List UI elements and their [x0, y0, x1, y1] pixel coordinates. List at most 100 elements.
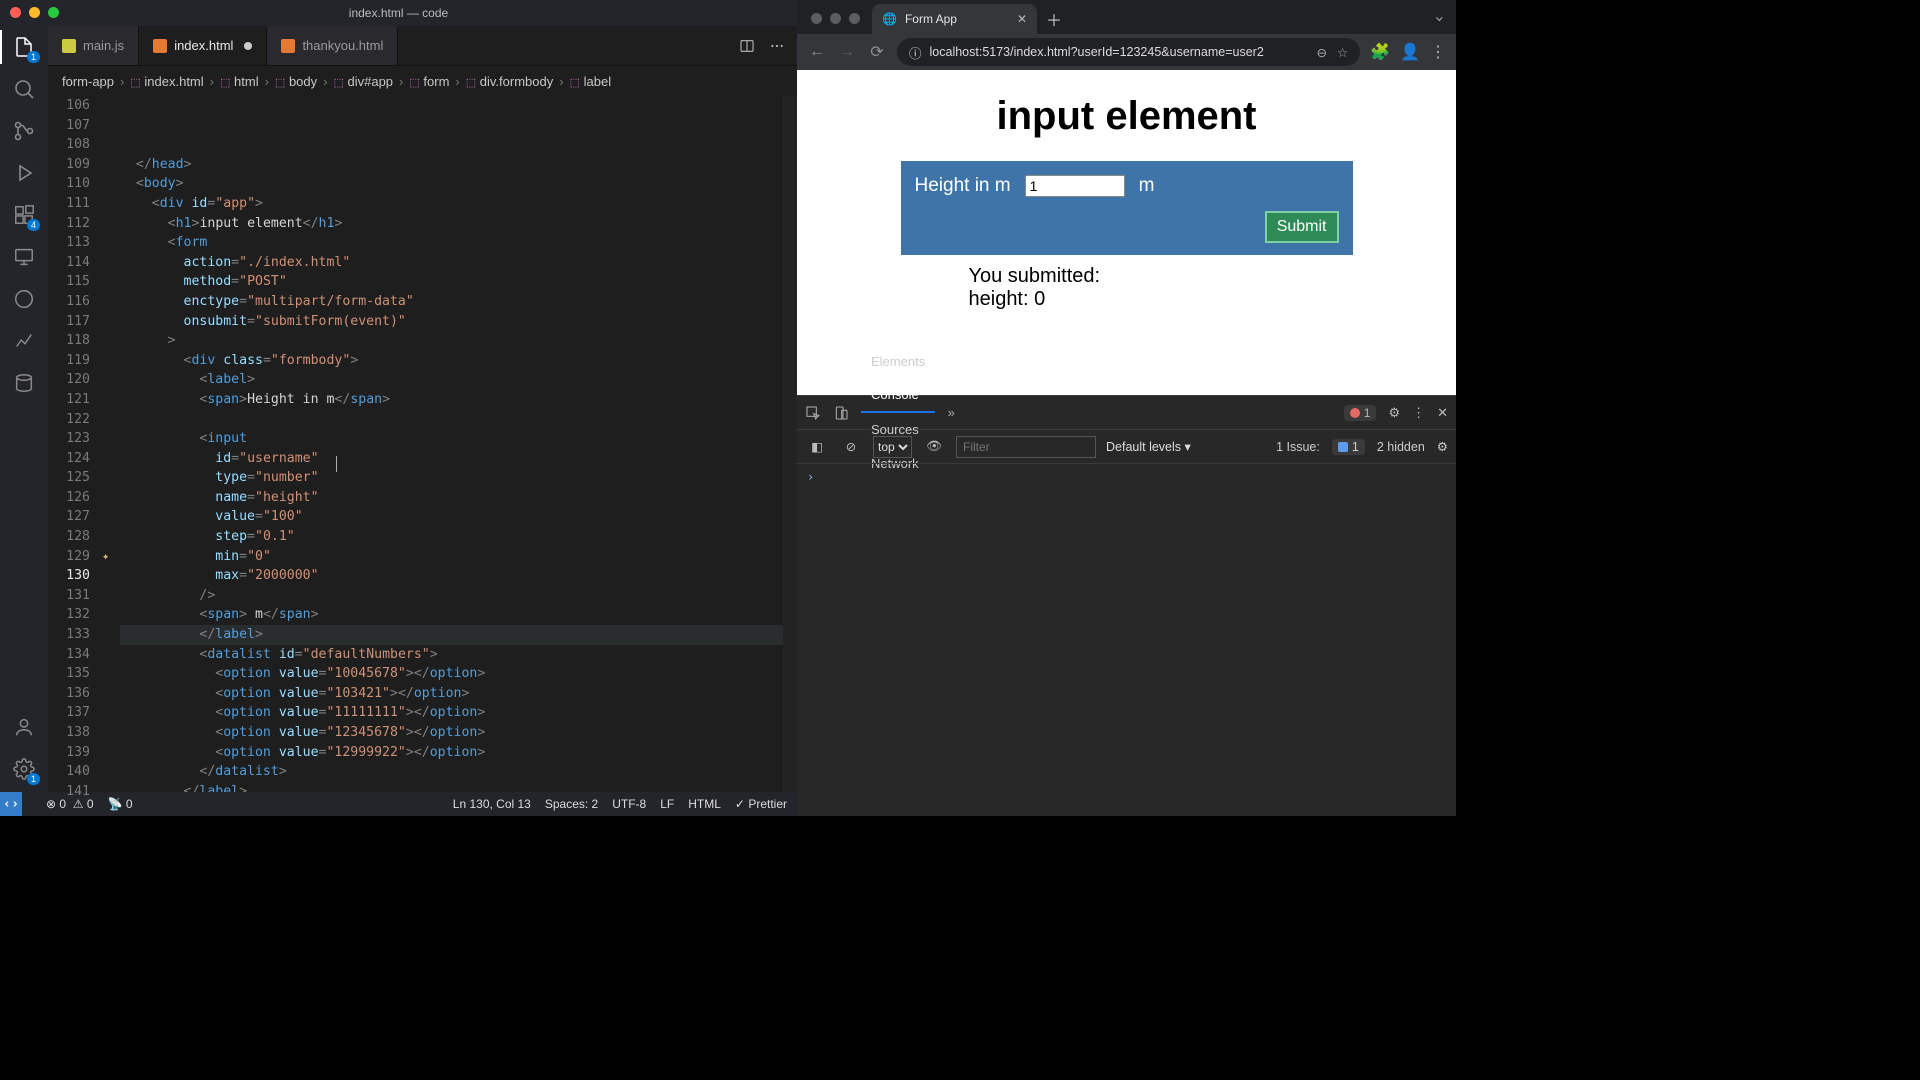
console-toolbar: ◧ ⊘ top 👁 Default levels ▾ 1 Issue: 1 2 … — [797, 430, 1456, 464]
console-output[interactable]: › — [797, 464, 1456, 816]
breadcrumb-item[interactable]: ⬚ index.html — [130, 74, 203, 89]
code-editor[interactable]: 1061071081091101111121131141151161171181… — [48, 96, 797, 792]
status-spaces[interactable]: Spaces: 2 — [545, 797, 598, 811]
context-select[interactable]: top — [873, 436, 912, 458]
status-eol[interactable]: LF — [660, 797, 674, 811]
url-text: localhost:5173/index.html?userId=123245&… — [930, 45, 1264, 59]
page-title: input element — [901, 94, 1353, 139]
zoom-icon[interactable]: ⊖ — [1316, 45, 1326, 60]
editor-tabs: main.jsindex.htmlthankyou.html — [48, 26, 797, 66]
text-cursor — [336, 456, 337, 472]
status-lang[interactable]: HTML — [688, 797, 721, 811]
split-editor-icon[interactable] — [739, 38, 755, 54]
chrome-window-controls[interactable] — [811, 13, 860, 24]
account-icon[interactable] — [11, 714, 37, 740]
extensions-icon[interactable]: 4 — [11, 202, 37, 228]
search-icon[interactable] — [11, 76, 37, 102]
forward-icon[interactable]: → — [837, 43, 857, 61]
bookmark-icon[interactable]: ☆ — [1337, 45, 1348, 60]
window-title: index.html — code — [349, 6, 448, 20]
result-line-2: height: 0 — [969, 288, 1353, 311]
maximize-icon[interactable] — [48, 7, 59, 18]
reload-icon[interactable]: ⟳ — [867, 42, 887, 62]
more-icon[interactable] — [769, 38, 785, 54]
glyph-margin: ✦ — [102, 96, 120, 792]
devtools: ElementsConsoleSourcesNetwork » 1 ⚙ ⋮ ✕ … — [797, 395, 1456, 816]
form-box: Height in m m Submit — [901, 161, 1353, 255]
close-tab-icon[interactable]: ✕ — [1017, 12, 1027, 26]
devtools-close-icon[interactable]: ✕ — [1437, 405, 1448, 421]
testing-icon[interactable] — [11, 286, 37, 312]
database-icon[interactable] — [11, 370, 37, 396]
devtools-settings-icon[interactable]: ⚙ — [1388, 405, 1400, 421]
js-file-icon — [62, 39, 76, 53]
device-icon[interactable] — [833, 405, 857, 421]
browser-tab[interactable]: 🌐 Form App ✕ — [872, 4, 1037, 34]
devtools-menu-icon[interactable]: ⋮ — [1412, 405, 1425, 421]
clear-console-icon[interactable]: ⊘ — [839, 439, 863, 454]
breadcrumb-item[interactable]: ⬚ label — [570, 74, 611, 89]
new-tab-button[interactable]: ＋ — [1041, 6, 1067, 32]
profile-icon[interactable]: 👤 — [1400, 42, 1420, 62]
back-icon[interactable]: ← — [807, 43, 827, 61]
breadcrumb-item[interactable]: ⬚ div#app — [333, 74, 393, 89]
log-levels[interactable]: Default levels ▾ — [1106, 439, 1191, 454]
breadcrumb-item[interactable]: ⬚ div.formbody — [466, 74, 553, 89]
console-settings-icon[interactable]: ⚙ — [1437, 439, 1448, 454]
graph-icon[interactable] — [11, 328, 37, 354]
site-info-icon[interactable]: ⓘ — [909, 43, 922, 62]
editor-tab[interactable]: main.js — [48, 26, 139, 65]
devtools-tabs: ElementsConsoleSourcesNetwork » 1 ⚙ ⋮ ✕ — [797, 396, 1456, 430]
editor-region: main.jsindex.htmlthankyou.html form-app›… — [48, 26, 797, 792]
html-file-icon — [281, 39, 295, 53]
breadcrumb[interactable]: form-app›⬚ index.html›⬚ html›⬚ body›⬚ di… — [48, 66, 797, 96]
explorer-icon[interactable]: 1 — [11, 34, 37, 60]
minimize-icon[interactable] — [29, 7, 40, 18]
minimap[interactable] — [783, 96, 797, 792]
tab-title: Form App — [905, 12, 957, 26]
code-content[interactable]: </head> <body> <div id="app"> <h1>input … — [120, 96, 783, 792]
error-badge[interactable]: 1 — [1344, 405, 1377, 421]
extensions-menu-icon[interactable]: 🧩 — [1370, 42, 1390, 62]
remote-icon[interactable] — [11, 244, 37, 270]
height-input[interactable] — [1025, 175, 1125, 197]
result-line-1: You submitted: — [969, 265, 1353, 288]
editor-tab[interactable]: index.html — [139, 26, 267, 65]
status-cursor[interactable]: Ln 130, Col 13 — [453, 797, 531, 811]
submit-button[interactable]: Submit — [1265, 211, 1339, 243]
editor-tab[interactable]: thankyou.html — [267, 26, 398, 65]
chrome-menu-icon[interactable]: ⋮ — [1430, 42, 1446, 62]
explorer-badge: 1 — [27, 51, 40, 63]
line-gutter: 1061071081091101111121131141151161171181… — [48, 96, 102, 792]
browser-toolbar: ← → ⟳ ⓘ localhost:5173/index.html?userId… — [797, 34, 1456, 70]
breadcrumb-item[interactable]: ⬚ form — [409, 74, 449, 89]
chevron-down-icon[interactable]: ⌄ — [1433, 6, 1446, 26]
remote-indicator[interactable] — [0, 792, 22, 816]
window-controls[interactable] — [10, 7, 59, 18]
activity-bar: 1 4 — [0, 26, 48, 792]
hidden-count[interactable]: 2 hidden — [1377, 440, 1425, 454]
source-control-icon[interactable] — [11, 118, 37, 144]
breadcrumb-item[interactable]: form-app — [62, 74, 114, 89]
vscode-window: index.html — code 1 4 — [0, 0, 797, 816]
live-expression-icon[interactable]: 👁 — [922, 439, 946, 454]
console-sidebar-icon[interactable]: ◧ — [805, 439, 829, 454]
settings-icon[interactable]: 1 — [11, 756, 37, 782]
globe-icon: 🌐 — [882, 12, 897, 26]
devtools-tab-elements[interactable]: Elements — [861, 345, 935, 379]
status-encoding[interactable]: UTF-8 — [612, 797, 646, 811]
more-tabs-icon[interactable]: » — [939, 405, 963, 420]
status-formatter[interactable]: ✓ Prettier — [735, 797, 787, 811]
issues-badge[interactable]: 1 — [1332, 439, 1365, 455]
breadcrumb-item[interactable]: ⬚ body — [275, 74, 317, 89]
debug-icon[interactable] — [11, 160, 37, 186]
console-filter[interactable] — [956, 436, 1096, 458]
close-icon[interactable] — [10, 7, 21, 18]
breadcrumb-item[interactable]: ⬚ html — [220, 74, 259, 89]
chrome-tabstrip: 🌐 Form App ✕ ＋ ⌄ — [797, 0, 1456, 34]
inspect-icon[interactable] — [805, 405, 829, 421]
address-bar[interactable]: ⓘ localhost:5173/index.html?userId=12324… — [897, 38, 1360, 66]
vscode-titlebar: index.html — code — [0, 0, 797, 26]
devtools-tab-console[interactable]: Console — [861, 379, 935, 413]
unit-label: m — [1139, 175, 1155, 197]
